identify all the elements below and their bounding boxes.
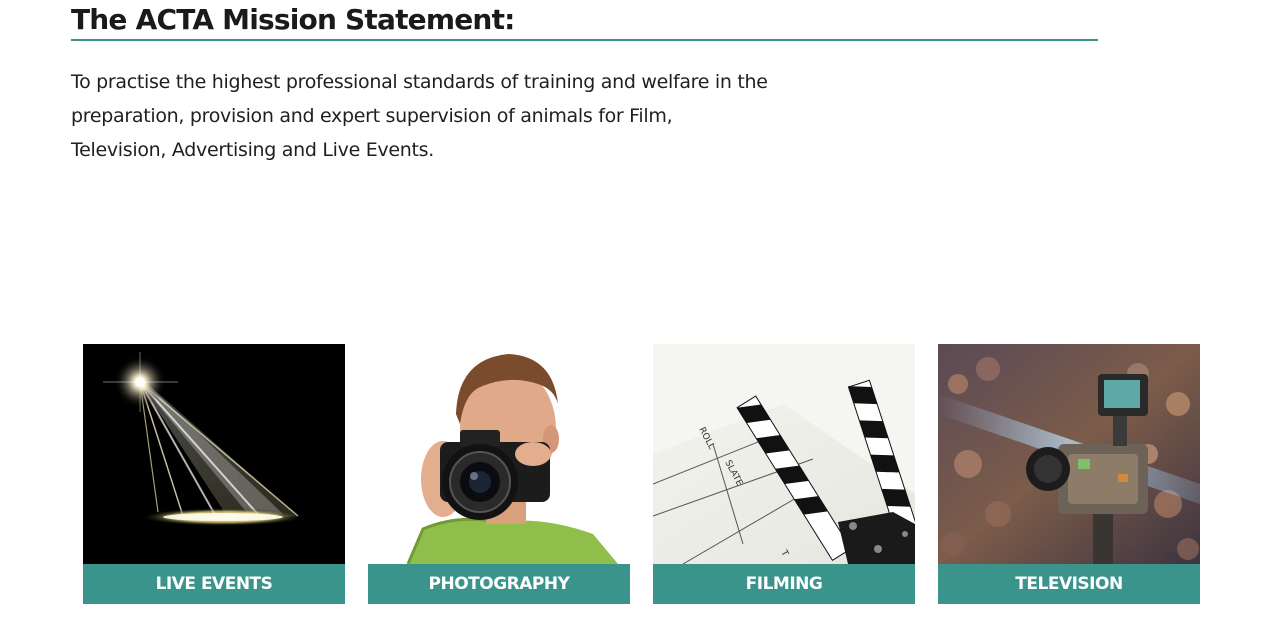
card-live-events[interactable]: LIVE EVENTS bbox=[83, 344, 345, 604]
mission-section: The ACTA Mission Statement: To practise … bbox=[71, 0, 1098, 167]
tv-camera-image[interactable] bbox=[938, 344, 1200, 564]
card-label-filming[interactable]: FILMING bbox=[653, 564, 915, 604]
card-filming[interactable]: ROLL SLATE T FILMING bbox=[653, 344, 915, 604]
card-photography[interactable]: PHOTOGRAPHY bbox=[368, 344, 630, 604]
clapperboard-image[interactable]: ROLL SLATE T bbox=[653, 344, 915, 564]
spotlight-image[interactable] bbox=[83, 344, 345, 564]
card-label-live-events[interactable]: LIVE EVENTS bbox=[83, 564, 345, 604]
card-label-television[interactable]: TELEVISION bbox=[938, 564, 1200, 604]
service-cards: LIVE EVENTS PHOTOGRAPHY ROLL SLATE T FIL… bbox=[83, 344, 1201, 604]
mission-text: To practise the highest professional sta… bbox=[71, 71, 768, 161]
mission-title: The ACTA Mission Statement: bbox=[71, 0, 1098, 41]
card-television[interactable]: TELEVISION bbox=[938, 344, 1200, 604]
card-label-photography[interactable]: PHOTOGRAPHY bbox=[368, 564, 630, 604]
photographer-image[interactable] bbox=[368, 344, 630, 564]
